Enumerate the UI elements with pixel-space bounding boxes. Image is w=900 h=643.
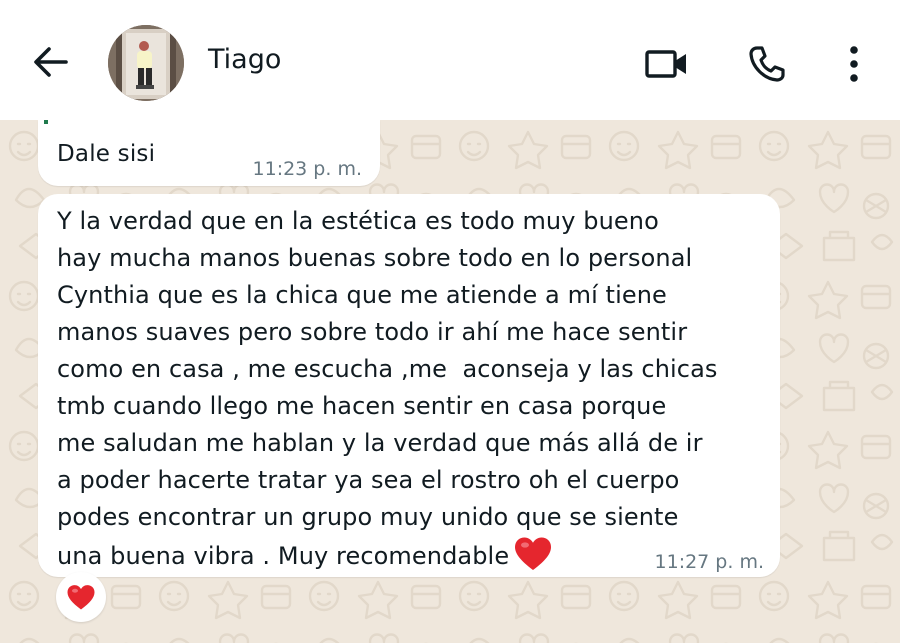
chat-area[interactable]: Dale sisi 11:23 p. m. Y la verdad que en… (0, 120, 900, 643)
voice-call-button[interactable] (740, 38, 792, 90)
message-line: hay mucha manos buenas sobre todo en lo … (57, 244, 693, 272)
back-button[interactable] (28, 40, 72, 84)
message-text: Dale sisi (57, 141, 156, 167)
red-heart-icon (67, 584, 95, 609)
arrow-left-icon (34, 47, 68, 77)
message-line: me saludan me hablan y la verdad que más… (57, 429, 703, 457)
message-line: Cynthia que es la chica que me atiende a… (57, 281, 667, 309)
message-text: Y la verdad que en la estética es todo m… (57, 203, 777, 583)
phone-icon (749, 46, 785, 82)
video-camera-icon (645, 50, 686, 78)
contact-name[interactable]: Tiago (208, 44, 281, 75)
menu-button[interactable] (828, 38, 880, 90)
more-vertical-icon (850, 46, 858, 82)
message-bubble-incoming[interactable]: Y la verdad que en la estética es todo m… (38, 194, 780, 577)
message-time: 11:23 p. m. (252, 158, 362, 180)
video-call-button[interactable] (640, 38, 692, 90)
message-line: una buena vibra . Muy recomendable (57, 542, 510, 570)
message-reaction[interactable] (56, 572, 106, 622)
chat-header: Tiago (0, 0, 900, 120)
message-line: podes encontrar un grupo muy unido que s… (57, 503, 679, 531)
message-line: a poder hacerte tratar ya sea el rostro … (57, 466, 680, 494)
message-line: tmb cuando llego me hacen sentir en casa… (57, 392, 667, 420)
bubble-accent (44, 120, 48, 124)
message-line: como en casa , me escucha ,me aconseja y… (57, 355, 718, 383)
avatar-photo (108, 25, 184, 101)
message-bubble-incoming[interactable]: Dale sisi 11:23 p. m. (38, 120, 380, 186)
message-line: manos suaves pero sobre todo ir ahí me h… (57, 318, 688, 346)
message-time: 11:27 p. m. (654, 551, 764, 573)
red-heart-icon (513, 536, 553, 583)
contact-avatar[interactable] (108, 25, 184, 101)
message-line: Y la verdad que en la estética es todo m… (57, 207, 659, 235)
